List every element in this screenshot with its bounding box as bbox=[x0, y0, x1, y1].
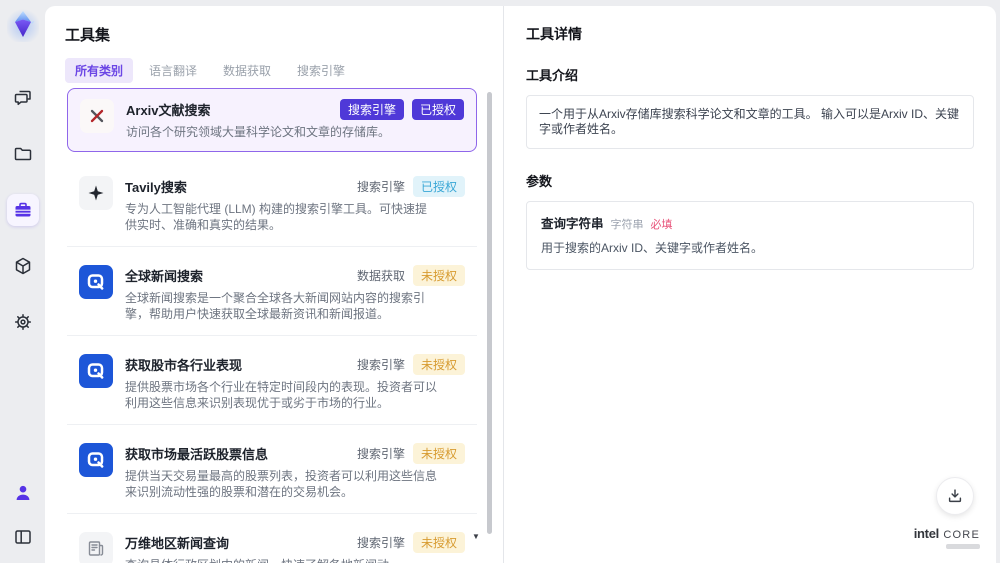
gear-icon bbox=[14, 313, 31, 331]
tab-language-translation[interactable]: 语言翻译 bbox=[139, 58, 207, 83]
logo-sub-mark bbox=[946, 544, 980, 549]
tool-item-most-active-stocks[interactable]: 获取市场最活跃股票信息 搜索引擎 未授权 提供当天交易量最高的股票列表，投资者可… bbox=[67, 432, 477, 514]
intel-core-logo: intel core bbox=[914, 527, 980, 549]
status-badge: 已授权 bbox=[411, 99, 464, 120]
param-card: 查询字符串 字符串 必填 用于搜索的Arxiv ID、关键字或作者姓名。 bbox=[526, 201, 974, 270]
tool-description: 专为人工智能代理 (LLM) 构建的搜索引擎工具。可快速提供实时、准确和真实的结… bbox=[125, 201, 428, 233]
sidebar-item-settings[interactable] bbox=[7, 306, 39, 338]
user-icon bbox=[16, 485, 29, 500]
app-logo bbox=[6, 8, 39, 42]
status-badge: 未授权 bbox=[412, 531, 465, 553]
news-search-icon bbox=[79, 264, 113, 299]
tavily-star-icon bbox=[79, 175, 113, 210]
tool-title: 获取市场最活跃股票信息 bbox=[125, 446, 269, 462]
category-badge: 搜索引擎 bbox=[339, 99, 404, 120]
status-badge: 未授权 bbox=[412, 264, 465, 286]
param-required-badge: 必填 bbox=[650, 219, 673, 231]
scrollbar-thumb[interactable] bbox=[487, 92, 492, 534]
sidebar-item-chat[interactable] bbox=[7, 82, 39, 114]
download-button[interactable] bbox=[936, 477, 974, 515]
tool-item-sector-performance[interactable]: 获取股市各行业表现 搜索引擎 未授权 提供股票市场各个行业在特定时间段内的表现。… bbox=[67, 343, 477, 425]
tab-all-categories[interactable]: 所有类别 bbox=[65, 58, 134, 83]
tool-details-panel: 工具详情 工具介绍 一个用于从Arxiv存储库搜索科学论文和文章的工具。 输入可… bbox=[504, 6, 996, 563]
newspaper-icon bbox=[79, 531, 113, 563]
tool-title: 获取股市各行业表现 bbox=[125, 357, 243, 373]
category-label: 搜索引擎 bbox=[356, 357, 405, 372]
folder-icon bbox=[14, 147, 31, 161]
param-description: 用于搜索的Arxiv ID、关键字或作者姓名。 bbox=[541, 241, 764, 255]
download-icon bbox=[948, 489, 962, 503]
tool-title: Arxiv文献搜索 bbox=[126, 103, 211, 118]
status-badge: 未授权 bbox=[412, 442, 465, 464]
category-label: 搜索引擎 bbox=[356, 179, 405, 194]
tool-item-arxiv[interactable]: Arxiv文献搜索 搜索引擎 已授权 访问各个研究领域大量科学论文和文章的存储库… bbox=[67, 88, 477, 152]
details-title: 工具详情 bbox=[526, 26, 582, 42]
tool-item-global-news[interactable]: 全球新闻搜索 数据获取 未授权 全球新闻搜索是一个聚合全球各大新闻网站内容的搜索… bbox=[67, 254, 477, 336]
category-label: 数据获取 bbox=[356, 268, 405, 283]
sidebar-item-tools[interactable] bbox=[6, 194, 39, 226]
param-name: 查询字符串 bbox=[541, 217, 604, 231]
category-tabs: 所有类别 语言翻译 数据获取 搜索引擎 bbox=[65, 58, 355, 83]
tool-description: 全球新闻搜索是一个聚合全球各大新闻网站内容的搜索引擎，帮助用户快速获取全球最新资… bbox=[125, 290, 426, 322]
tool-description: 提供当天交易量最高的股票列表，投资者可以利用这些信息来识别流动性强的股票和潜在的… bbox=[125, 468, 438, 500]
params-heading: 参数 bbox=[526, 174, 553, 189]
arxiv-icon bbox=[80, 99, 114, 133]
list-scrollbar[interactable] bbox=[487, 90, 492, 558]
content-card: 工具集 所有类别 语言翻译 数据获取 搜索引擎 Arxiv文献搜索 搜索引擎 已… bbox=[45, 6, 996, 563]
tab-search-engine[interactable]: 搜索引擎 bbox=[287, 58, 355, 83]
tool-item-regional-news[interactable]: 万维地区新闻查询 搜索引擎 未授权 查询具体行政区划内的新闻，快速了解各地新闻动 bbox=[67, 521, 477, 563]
stock-search-icon bbox=[79, 442, 113, 477]
category-label: 搜索引擎 bbox=[356, 535, 405, 550]
param-type: 字符串 bbox=[610, 219, 644, 231]
tool-description: 提供股票市场各个行业在特定时间段内的表现。投资者可以利用这些信息来识别表现优于或… bbox=[125, 379, 438, 411]
cube-icon bbox=[15, 257, 30, 275]
sidebar-item-plugins[interactable] bbox=[7, 250, 39, 282]
left-rail bbox=[0, 0, 45, 563]
app-window: 工具集 所有类别 语言翻译 数据获取 搜索引擎 Arxiv文献搜索 搜索引擎 已… bbox=[0, 0, 1000, 563]
intro-card: 一个用于从Arxiv存储库搜索科学论文和文章的工具。 输入可以是Arxiv ID… bbox=[526, 95, 974, 149]
tab-data-acquisition[interactable]: 数据获取 bbox=[213, 58, 281, 83]
tool-title: 全球新闻搜索 bbox=[125, 268, 204, 284]
tool-title: 万维地区新闻查询 bbox=[125, 535, 230, 551]
sidebar-item-profile[interactable] bbox=[7, 477, 39, 509]
category-label: 搜索引擎 bbox=[356, 446, 405, 461]
panel-layout-icon bbox=[14, 530, 31, 544]
tool-item-tavily[interactable]: Tavily搜索 搜索引擎 已授权 专为人工智能代理 (LLM) 构建的搜索引擎… bbox=[67, 165, 477, 247]
sidebar-item-files[interactable] bbox=[7, 138, 39, 170]
tool-description: 查询具体行政区划内的新闻，快速了解各地新闻动 bbox=[125, 557, 437, 563]
intel-brand-text: intel bbox=[913, 526, 940, 541]
scroll-down-indicator: ▼ bbox=[472, 532, 480, 541]
tool-description: 访问各个研究领域大量科学论文和文章的存储库。 bbox=[126, 125, 391, 139]
status-badge: 未授权 bbox=[412, 353, 465, 375]
sidebar-collapse-button[interactable] bbox=[7, 521, 39, 553]
chat-icon bbox=[14, 90, 31, 106]
toolbox-icon bbox=[15, 202, 30, 217]
core-brand-text: core bbox=[943, 529, 980, 541]
stock-search-icon bbox=[79, 353, 113, 388]
status-badge: 已授权 bbox=[412, 175, 465, 197]
page-title: 工具集 bbox=[65, 27, 111, 44]
tool-title: Tavily搜索 bbox=[125, 179, 187, 195]
intro-heading: 工具介绍 bbox=[526, 68, 579, 83]
tool-list: Arxiv文献搜索 搜索引擎 已授权 访问各个研究领域大量科学论文和文章的存储库… bbox=[67, 88, 477, 563]
diamond-logo-icon bbox=[14, 11, 34, 37]
